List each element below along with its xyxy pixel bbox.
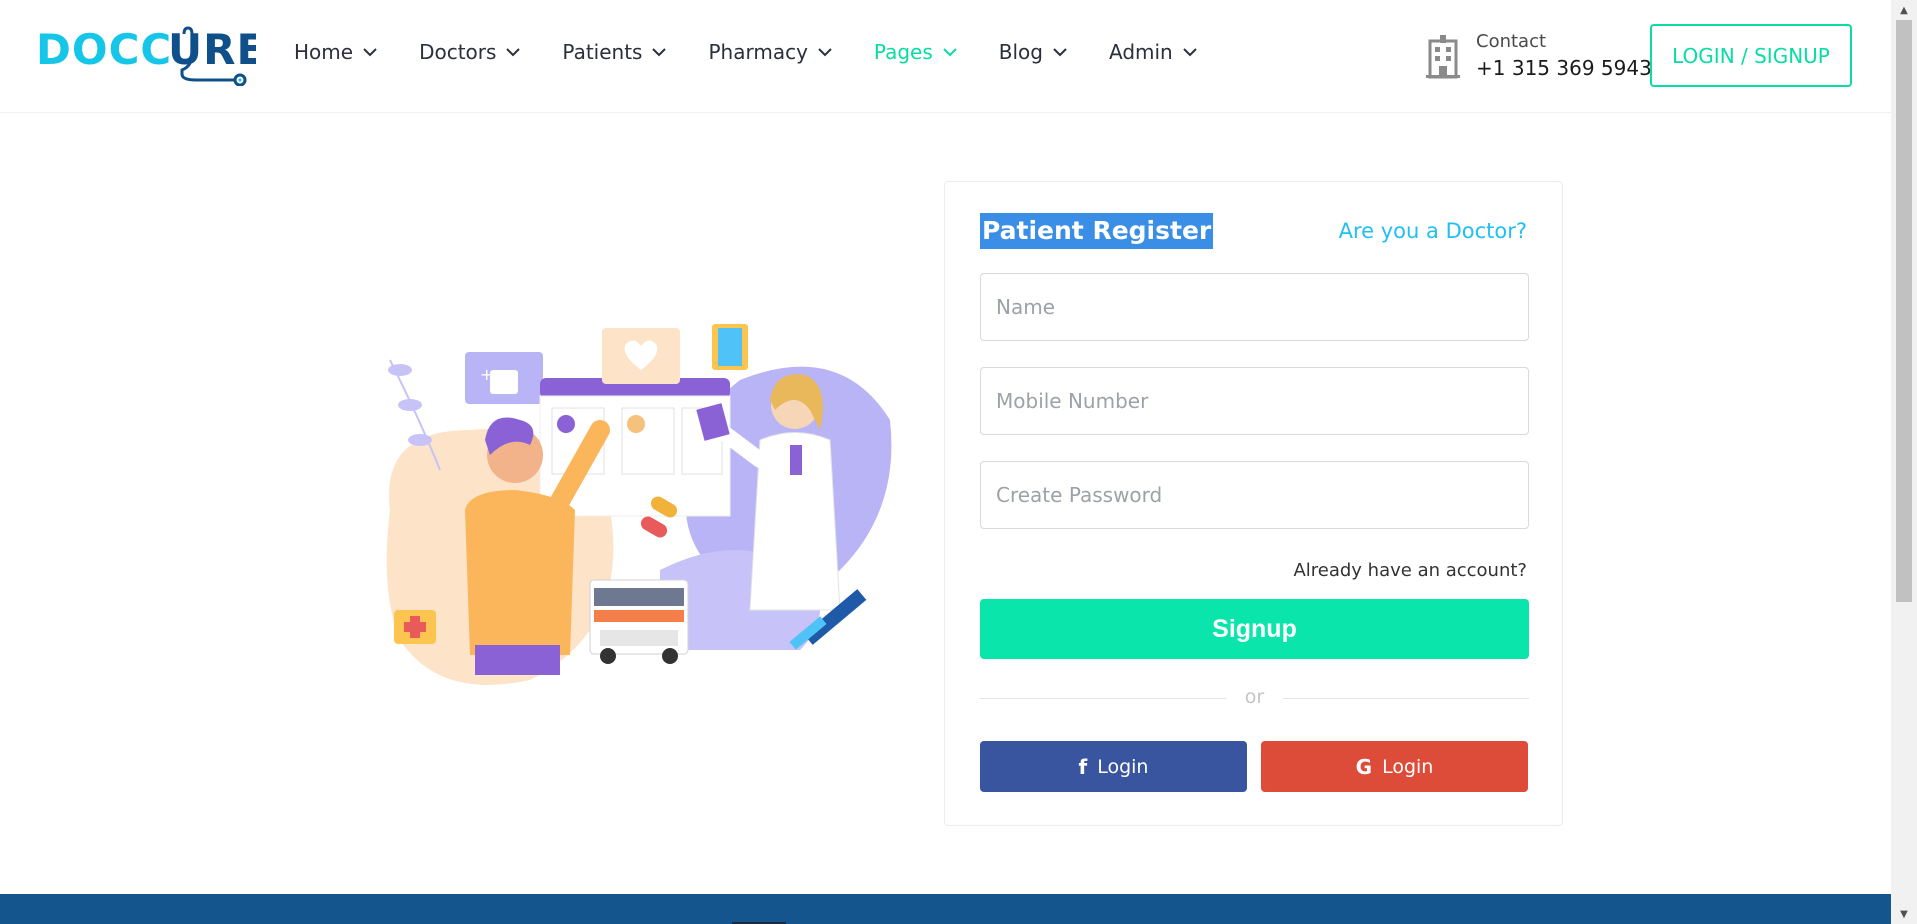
contact-phone[interactable]: +1 315 369 5943 <box>1476 54 1652 82</box>
doccure-logo[interactable]: DOCC URE <box>36 25 265 87</box>
scroll-down-arrow-icon[interactable]: ▼ <box>1891 904 1917 924</box>
patient-doctor-illustration: + <box>386 324 892 685</box>
google-login-button[interactable]: G Login <box>1261 741 1528 792</box>
nav-doctors[interactable]: Doctors <box>419 40 521 64</box>
nav-home-label: Home <box>294 40 354 64</box>
nav-pages[interactable]: Pages <box>874 40 957 64</box>
chevron-down-icon <box>943 48 957 57</box>
register-card: Patient Register Are you a Doctor? Alrea… <box>944 181 1563 826</box>
site-header: DOCC URE Home Doctors Patients Pharmacy … <box>0 0 1891 113</box>
already-have-account-link[interactable]: Already have an account? <box>1293 560 1527 581</box>
nav-blog-label: Blog <box>998 40 1043 64</box>
create-password-input[interactable] <box>980 461 1529 529</box>
page-scrollbar[interactable]: ▲ ▼ <box>1891 0 1917 924</box>
login-signup-button[interactable]: LOGIN / SIGNUP <box>1650 24 1852 87</box>
nav-blog[interactable]: Blog <box>999 40 1067 64</box>
nav-doctors-label: Doctors <box>419 40 497 64</box>
google-login-label: Login <box>1382 755 1434 778</box>
signup-button[interactable]: Signup <box>980 599 1529 659</box>
logo-graphic: DOCC URE <box>36 25 265 87</box>
scroll-up-arrow-icon[interactable]: ▲ <box>1891 0 1917 20</box>
scrollbar-thumb[interactable] <box>1896 20 1912 602</box>
chevron-down-icon <box>1053 48 1067 57</box>
doctor-register-link[interactable]: Are you a Doctor? <box>1339 219 1527 243</box>
svg-text:DOCC: DOCC <box>36 26 172 74</box>
google-icon: G <box>1355 754 1373 779</box>
nav-pharmacy-label: Pharmacy <box>708 40 808 64</box>
contact-label: Contact <box>1476 31 1547 52</box>
chevron-down-icon <box>1183 48 1197 57</box>
main-nav: Home Doctors Patients Pharmacy Pages Blo… <box>294 40 1239 64</box>
nav-patients-label: Patients <box>562 40 643 64</box>
facebook-login-label: Login <box>1097 755 1149 778</box>
hospital-building-icon <box>1426 35 1460 79</box>
register-title: Patient Register <box>980 213 1214 249</box>
contact-info: Contact +1 315 369 5943 <box>1476 30 1652 82</box>
nav-pharmacy[interactable]: Pharmacy <box>708 40 832 64</box>
name-input[interactable] <box>980 273 1529 341</box>
chevron-down-icon <box>363 48 377 57</box>
nav-pages-label: Pages <box>873 40 933 64</box>
register-illustration: + <box>380 310 900 700</box>
nav-admin[interactable]: Admin <box>1109 40 1197 64</box>
facebook-login-button[interactable]: f Login <box>980 741 1247 792</box>
svg-text:URE: URE <box>168 26 256 74</box>
footer-bar <box>0 894 1891 924</box>
or-text: or <box>1244 686 1265 708</box>
nav-home[interactable]: Home <box>294 40 377 64</box>
header-contact: Contact +1 315 369 5943 <box>1424 30 1652 82</box>
mobile-number-input[interactable] <box>980 367 1529 435</box>
chevron-down-icon <box>652 48 667 57</box>
facebook-icon: f <box>1078 754 1088 779</box>
nav-admin-label: Admin <box>1108 40 1173 64</box>
nav-patients[interactable]: Patients <box>562 40 667 64</box>
chevron-down-icon <box>818 48 832 57</box>
chevron-down-icon <box>506 48 521 57</box>
divider-line-right <box>1283 698 1529 699</box>
or-divider: or <box>980 686 1529 710</box>
